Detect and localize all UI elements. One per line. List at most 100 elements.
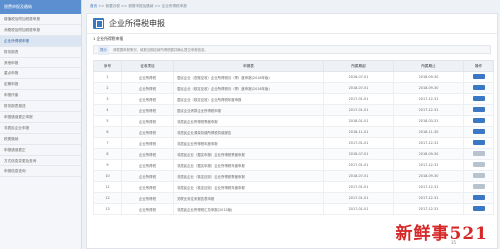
breadcrumb: 首页 >> 我要办税 >> 税费申报及缴纳 >> 企业所得税申报 bbox=[84, 0, 500, 12]
declare-button[interactable] bbox=[472, 140, 485, 145]
cell-start-date: 2017-01-01 bbox=[323, 192, 394, 204]
sidebar-item[interactable]: 申报作废 bbox=[0, 90, 81, 102]
cell-end-date: 2017-12-31 bbox=[393, 192, 464, 204]
declare-button[interactable] bbox=[472, 151, 485, 156]
sidebar-list: 增值税及附加税费申报 消费税及附加税费申报 企业所得税申报 财务报表 其他申报 重点申报定… bbox=[0, 14, 81, 178]
cell-start-date: 2017-01-01 bbox=[323, 137, 394, 149]
table-row: 9 企业所得税 非居民企业（据实申报）企业所得税年度申报 2017-01-01 2017… bbox=[93, 159, 494, 171]
main-content: 首页 >> 我要办税 >> 税费申报及缴纳 >> 企业所得税申报 企业所得税申报… bbox=[84, 0, 500, 249]
declare-button[interactable] bbox=[472, 118, 485, 123]
sidebar-item[interactable]: 定期申报 bbox=[0, 79, 81, 91]
declare-button[interactable] bbox=[472, 107, 485, 112]
sidebar-item[interactable]: 申报错误更正申报 bbox=[0, 112, 81, 123]
cell-end-date: 2017-12-31 bbox=[393, 93, 464, 105]
table-row: 1 企业所得税 居民企业（查账征收）企业所得税月（季）度申报(2018年版) 2018… bbox=[93, 71, 494, 83]
cell-action bbox=[463, 148, 494, 160]
declare-button[interactable] bbox=[472, 129, 485, 134]
cell-form: 居民企业清算企业所得税申报 bbox=[173, 104, 324, 116]
cell-action bbox=[463, 115, 494, 127]
cell-item: 企业所得税 bbox=[121, 170, 174, 182]
cell-action bbox=[463, 170, 494, 182]
section-title: 1 企业所得税申报 bbox=[93, 36, 124, 41]
declare-button[interactable] bbox=[472, 173, 485, 178]
cell-form: 非居民企业（据实申报）企业所得税季度申报 bbox=[173, 148, 324, 160]
cell-item: 企业所得税 bbox=[121, 82, 174, 94]
cell-end-date: 2018-09-30 bbox=[393, 71, 464, 83]
notice-text: 请根据申报情况，填报当期应纳所得税额并确认提交申报信息。 bbox=[112, 48, 208, 52]
page-title-bar: 企业所得税申报 bbox=[87, 14, 497, 34]
sidebar-item[interactable]: 方式信息变更及查询 bbox=[0, 156, 81, 167]
cell-no: 2 bbox=[93, 82, 122, 94]
table-row: 4 企业所得税 居民企业清算企业所得税申报 2017-01-01 2017-12-31 bbox=[93, 104, 494, 116]
col-header-start: 所属期起 bbox=[323, 60, 394, 72]
table-row: 2 企业所得税 居民企业（核定征收）企业所得税月（季）度申报(2018年版) 2018… bbox=[93, 82, 494, 94]
cell-no: 11 bbox=[93, 181, 122, 193]
cell-end-date: 2017-12-31 bbox=[393, 159, 464, 171]
cell-end-date: 2018-11-30 bbox=[393, 126, 464, 138]
col-header-form: 申报表 bbox=[173, 60, 324, 72]
cell-no: 1 bbox=[93, 71, 122, 83]
cell-no: 7 bbox=[93, 137, 122, 149]
cell-no: 12 bbox=[93, 192, 122, 204]
cell-action bbox=[463, 104, 494, 116]
breadcrumb-path: >> 我要办税 >> 税费申报及缴纳 >> 企业所得税申报 bbox=[98, 4, 187, 8]
notice-bar: 提示 请根据申报情况，填报当期应纳所得税额并确认提交申报信息。 bbox=[93, 45, 491, 55]
sidebar-item[interactable]: 财务报表报送 bbox=[0, 101, 81, 113]
cell-start-date: 2018-07-01 bbox=[323, 148, 394, 160]
cell-form: 非居民企业（核定征收）企业所得税季度申报 bbox=[173, 170, 324, 182]
sidebar-item[interactable]: 增值税及附加税费申报 bbox=[0, 14, 81, 25]
cell-item: 企业所得税 bbox=[121, 159, 174, 171]
sidebar-header[interactable]: 税费申报及缴纳 bbox=[0, 0, 81, 14]
cell-end-date: 2017-12-31 bbox=[393, 181, 464, 193]
breadcrumb-home[interactable]: 首页 bbox=[90, 4, 97, 8]
cell-form: 非居民企业所得税汇总申报(2015版) bbox=[173, 203, 324, 215]
sidebar: 税费申报及缴纳 增值税及附加税费申报 消费税及附加税费申报 企业所得税申报 财务报表其… bbox=[0, 0, 82, 249]
cell-no: 3 bbox=[93, 93, 122, 105]
declare-button[interactable] bbox=[472, 184, 485, 189]
cell-no: 6 bbox=[93, 126, 122, 138]
cell-item: 企业所得税 bbox=[121, 181, 174, 193]
cell-start-date: 2018-07-01 bbox=[323, 71, 394, 83]
sidebar-item[interactable]: 财务报表 bbox=[0, 47, 81, 58]
table-row: 3 企业所得税 居民企业（核定征收）企业所得税年度申报 2017-01-01 2017-… bbox=[93, 93, 494, 105]
cell-item: 企业所得税 bbox=[121, 115, 174, 127]
declare-button[interactable] bbox=[472, 85, 485, 90]
declare-button[interactable] bbox=[472, 195, 485, 200]
sidebar-item[interactable]: 申报信息查询 bbox=[0, 166, 81, 178]
cell-no: 4 bbox=[93, 104, 122, 116]
table-row: 8 企业所得税 非居民企业（据实申报）企业所得税季度申报 2018-07-01 2018… bbox=[93, 148, 494, 160]
sidebar-item[interactable]: 企业所得税申报 bbox=[0, 35, 81, 47]
sidebar-item[interactable]: 消费税及附加税费申报 bbox=[0, 25, 81, 36]
cell-end-date: 2018-09-30 bbox=[393, 82, 464, 94]
cell-item: 企业所得税 bbox=[121, 148, 174, 160]
declaration-table: 序号 征收项目 申报表 所属期起 所属期止 操作 1 企业所得税 居民企业（查账征收… bbox=[93, 60, 494, 215]
declare-button[interactable] bbox=[472, 74, 485, 79]
cell-end-date: 2017-12-31 bbox=[393, 203, 464, 215]
cell-item: 企业所得税 bbox=[121, 203, 174, 215]
col-header-no: 序号 bbox=[93, 60, 122, 72]
table-row: 10 企业所得税 非居民企业（核定征收）企业所得税季度申报 2018-07-01 201… bbox=[93, 170, 494, 182]
cell-action bbox=[463, 82, 494, 94]
cell-start-date: 2018-01-01 bbox=[323, 115, 394, 127]
sidebar-item[interactable]: 申报错误更正 bbox=[0, 145, 81, 156]
cell-item: 企业所得税 bbox=[121, 71, 174, 83]
cell-form: 居民企业（查账征收）企业所得税月（季）度申报(2018年版) bbox=[173, 71, 324, 83]
cell-form: 非居民企业（据实申报）企业所得税年度申报 bbox=[173, 159, 324, 171]
cell-start-date: 2018-07-01 bbox=[323, 82, 394, 94]
sidebar-item[interactable]: 重点申报 bbox=[0, 68, 81, 80]
cell-no: 13 bbox=[93, 203, 122, 215]
sidebar-item[interactable]: 其他申报 bbox=[0, 58, 81, 69]
declare-button[interactable] bbox=[472, 96, 485, 101]
cell-start-date: 2017-01-01 bbox=[323, 159, 394, 171]
cell-action bbox=[463, 126, 494, 138]
cell-start-date: 2017-01-01 bbox=[323, 181, 394, 193]
table-row: 11 企业所得税 非居民企业（核定征收）企业所得税年度申报 2017-01-01 201… bbox=[93, 181, 494, 193]
sidebar-item[interactable]: 非居民企业申报 bbox=[0, 123, 81, 134]
sidebar-item[interactable]: 税费缴纳 bbox=[0, 134, 81, 145]
declare-button[interactable] bbox=[472, 206, 485, 211]
cell-no: 9 bbox=[93, 159, 122, 171]
declare-button[interactable] bbox=[472, 162, 485, 167]
cell-form: 非居民企业所得税季度申报 bbox=[173, 115, 324, 127]
table-row: 7 企业所得税 非居民企业所得税年度申报 2017-01-01 2017-12-31 bbox=[93, 137, 494, 149]
cell-action bbox=[463, 181, 494, 193]
